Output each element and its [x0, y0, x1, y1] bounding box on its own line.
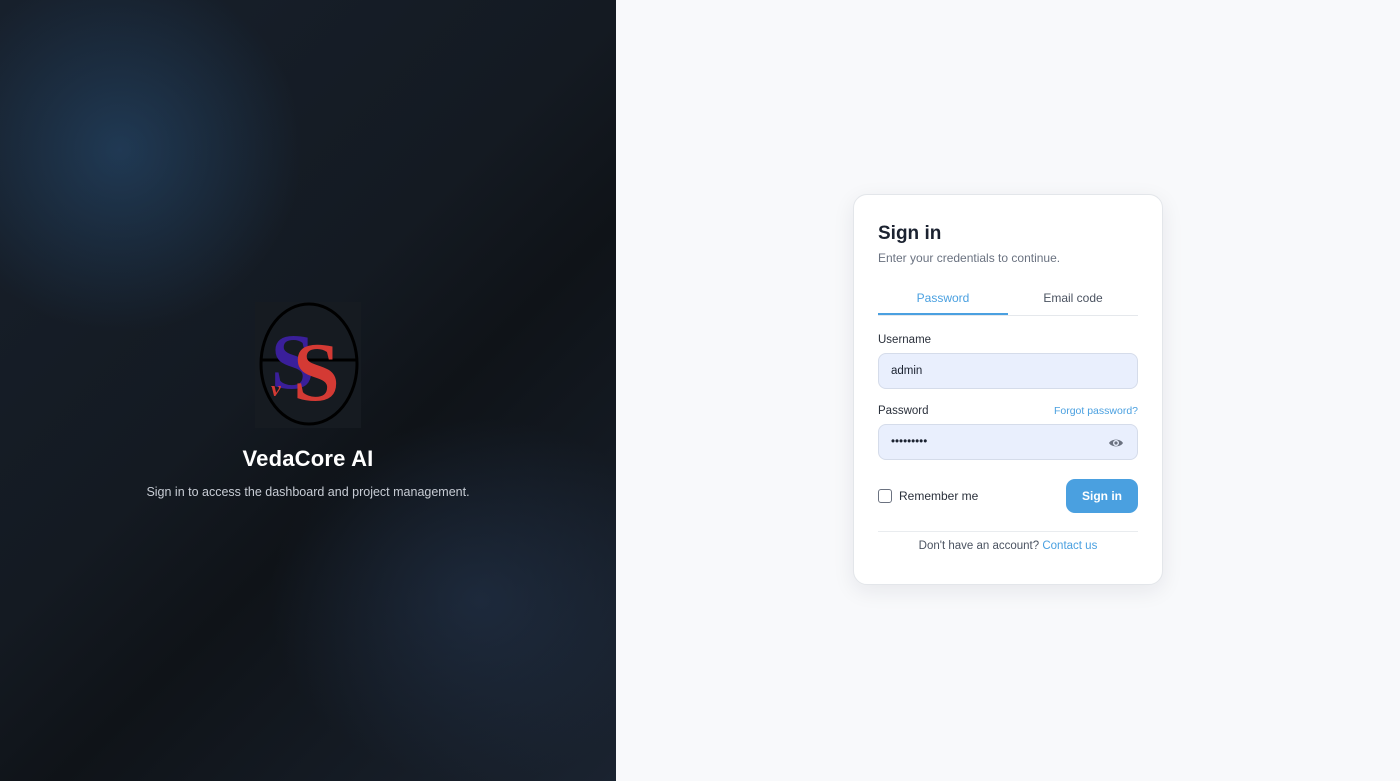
username-field-wrapper [878, 353, 1138, 389]
page-title: Sign in [878, 223, 942, 244]
password-label-row: Password Forgot password? [878, 405, 1138, 417]
brand-name: VedaCore AI [242, 446, 374, 471]
brand-panel: S S v VedaCore AI Sign in to access the … [0, 0, 616, 781]
vs-logo-icon: S S v [255, 302, 361, 428]
remember-me-label: Remember me [899, 489, 979, 503]
svg-text:v: v [271, 376, 281, 401]
signin-card: Sign in Enter your credentials to contin… [853, 194, 1163, 585]
signin-panel: Sign in Enter your credentials to contin… [616, 0, 1400, 781]
divider [878, 531, 1138, 532]
sign-in-button[interactable]: Sign in [1066, 479, 1138, 513]
eye-icon[interactable] [1108, 436, 1124, 450]
form-actions: Remember me Sign in [878, 479, 1138, 513]
brand-tagline: Sign in to access the dashboard and proj… [146, 485, 470, 499]
signup-prompt-text: Don't have an account? [918, 540, 1040, 552]
page-subtitle: Enter your credentials to continue. [878, 251, 1061, 265]
password-field[interactable] [891, 436, 1125, 448]
signup-prompt: Don't have an account? Contact us [878, 540, 1138, 552]
tab-email-code[interactable]: Email code [1008, 291, 1138, 315]
password-label: Password [878, 405, 929, 417]
username-label: Username [878, 334, 932, 346]
tab-password[interactable]: Password [878, 291, 1008, 315]
remember-me-checkbox[interactable] [878, 489, 892, 503]
username-field[interactable] [891, 365, 1125, 377]
forgot-password-link[interactable]: Forgot password? [1054, 405, 1138, 417]
contact-us-link[interactable]: Contact us [1042, 540, 1097, 552]
auth-tabs: Password Email code [878, 291, 1138, 316]
password-field-wrapper [878, 424, 1138, 460]
svg-text:S: S [293, 326, 340, 419]
remember-me[interactable]: Remember me [878, 489, 978, 503]
